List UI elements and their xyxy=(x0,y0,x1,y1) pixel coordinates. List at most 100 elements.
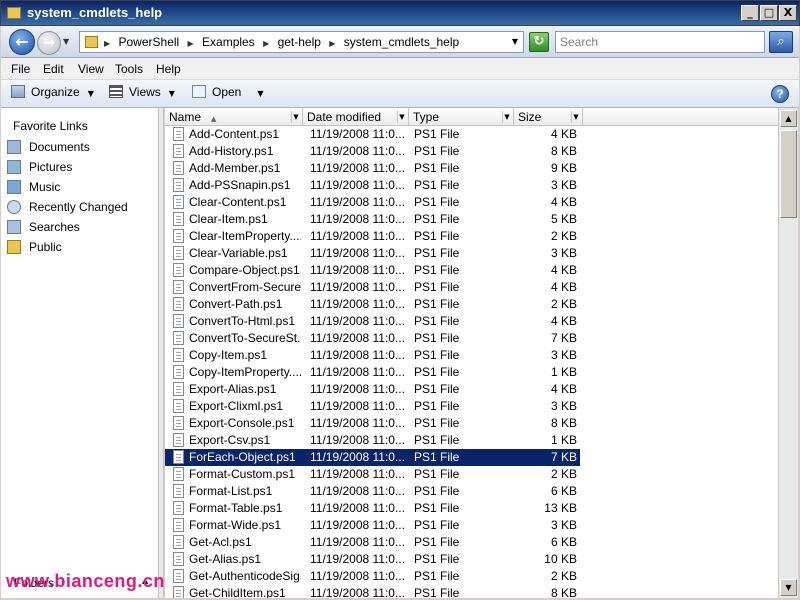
file-name: ConvertTo-SecureSt... xyxy=(189,331,301,345)
open-icon xyxy=(192,85,206,98)
table-row[interactable]: Compare-Object.ps1 11/19/2008 11:0... PS1 … xyxy=(165,262,580,279)
file-type: PS1 File xyxy=(414,127,460,141)
column-header-date[interactable]: Date modified ▼ xyxy=(303,108,409,126)
nav-item-music[interactable]: Music xyxy=(7,180,60,198)
breadcrumb-item[interactable]: get-help xyxy=(278,35,321,49)
refresh-button[interactable]: ↻ xyxy=(529,32,549,52)
organize-button[interactable]: Organize ▼ xyxy=(11,85,94,103)
table-row[interactable]: Get-AuthenticodeSig... 11/19/2008 11:0...… xyxy=(165,568,580,585)
menu-file[interactable]: File xyxy=(11,62,30,76)
chevron-down-icon[interactable]: ▼ xyxy=(571,111,580,123)
menu-help[interactable]: Help xyxy=(156,62,181,76)
table-row[interactable]: Format-Table.ps1 11/19/2008 11:0... PS1 Fi… xyxy=(165,500,580,517)
table-row[interactable]: Format-Wide.ps1 11/19/2008 11:0... PS1 Fil… xyxy=(165,517,580,534)
close-button[interactable]: X xyxy=(779,5,797,21)
chevron-down-icon[interactable]: ▼ xyxy=(512,37,518,46)
file-size: 5 KB xyxy=(550,212,577,226)
chevron-down-icon: ▼ xyxy=(257,89,264,98)
nav-item-pictures[interactable]: Pictures xyxy=(7,160,72,178)
search-icon[interactable]: ⌕ xyxy=(769,31,793,53)
menu-bar: File Edit View Tools Help xyxy=(1,58,799,80)
address-field[interactable]: ▶ PowerShell ▶ Examples ▶ get-help ▶ sys… xyxy=(79,31,524,53)
table-row[interactable]: ForEach-Object.ps1 11/19/2008 11:0... PS1 … xyxy=(165,449,580,466)
file-icon xyxy=(173,552,184,566)
vertical-scrollbar[interactable]: ▲ ▼ xyxy=(778,108,798,598)
column-label: Name xyxy=(169,110,202,124)
menu-tools[interactable]: Tools xyxy=(115,62,143,76)
chevron-right-icon[interactable]: ▶ xyxy=(188,39,194,48)
scroll-up-icon[interactable]: ▲ xyxy=(780,110,797,127)
table-row[interactable]: Clear-Variable.ps1 11/19/2008 11:0... PS1 … xyxy=(165,245,580,262)
table-row[interactable]: ConvertFrom-Secure... 11/19/2008 11:0... P… xyxy=(165,279,580,296)
table-row[interactable]: Add-Content.ps1 11/19/2008 11:0... PS1 Fil… xyxy=(165,126,580,143)
menu-edit[interactable]: Edit xyxy=(43,62,64,76)
chevron-right-icon[interactable]: ▶ xyxy=(104,39,110,48)
search-input[interactable]: Search xyxy=(555,31,765,53)
breadcrumb-item[interactable]: system_cmdlets_help xyxy=(344,35,459,49)
nav-item-public[interactable]: Public xyxy=(7,240,62,258)
menu-view[interactable]: View xyxy=(78,62,104,76)
file-name: Export-Csv.ps1 xyxy=(189,433,271,447)
chevron-right-icon[interactable]: ▶ xyxy=(263,39,269,48)
scrollbar-thumb[interactable] xyxy=(780,130,797,218)
file-date: 11/19/2008 11:0... xyxy=(310,433,405,447)
help-button[interactable]: ? xyxy=(771,85,789,103)
music-icon xyxy=(7,180,21,194)
back-button[interactable]: ← xyxy=(9,29,35,55)
file-icon xyxy=(173,399,184,413)
chevron-right-icon[interactable]: ▶ xyxy=(329,39,335,48)
minimize-button[interactable]: _ xyxy=(741,5,759,21)
file-date: 11/19/2008 11:0... xyxy=(310,144,405,158)
table-row[interactable]: Export-Csv.ps1 11/19/2008 11:0... PS1 File… xyxy=(165,432,580,449)
table-row[interactable]: Add-PSSnapin.ps1 11/19/2008 11:0... PS1 Fi… xyxy=(165,177,580,194)
open-button[interactable]: Open ▼ xyxy=(192,85,264,103)
column-header-size[interactable]: Size ▼ xyxy=(514,108,583,126)
file-date: 11/19/2008 11:0... xyxy=(310,263,405,277)
table-row[interactable]: Copy-ItemProperty.... 11/19/2008 11:0... P… xyxy=(165,364,580,381)
chevron-down-icon[interactable]: ▼ xyxy=(291,111,300,123)
table-row[interactable]: Get-Acl.ps1 11/19/2008 11:0... PS1 File 6 K… xyxy=(165,534,580,551)
breadcrumb-item[interactable]: PowerShell xyxy=(119,35,180,49)
file-date: 11/19/2008 11:0... xyxy=(310,246,405,260)
chevron-down-icon[interactable]: ▼ xyxy=(397,111,406,123)
file-type: PS1 File xyxy=(414,450,460,464)
forward-button[interactable]: → xyxy=(37,31,61,55)
table-row[interactable]: Add-History.ps1 11/19/2008 11:0... PS1 Fil… xyxy=(165,143,580,160)
chevron-down-icon[interactable]: ▼ xyxy=(502,111,511,123)
file-name: Convert-Path.ps1 xyxy=(189,297,283,311)
table-row[interactable]: Convert-Path.ps1 11/19/2008 11:0... PS1 Fi… xyxy=(165,296,580,313)
table-row[interactable]: Format-Custom.ps1 11/19/2008 11:0... PS1 F… xyxy=(165,466,580,483)
pane-splitter[interactable] xyxy=(159,108,164,598)
table-row[interactable]: Format-List.ps1 11/19/2008 11:0... PS1 Fil… xyxy=(165,483,580,500)
table-row[interactable]: ConvertTo-Html.ps1 11/19/2008 11:0... PS1 … xyxy=(165,313,580,330)
column-header-name[interactable]: Name ▲ ▼ xyxy=(165,108,303,126)
table-row[interactable]: Get-ChildItem.ps1 11/19/2008 11:0... PS1 F… xyxy=(165,585,580,598)
nav-item-recently-changed[interactable]: Recently Changed xyxy=(7,200,128,218)
file-date: 11/19/2008 11:0... xyxy=(310,127,405,141)
table-row[interactable]: ConvertTo-SecureSt... 11/19/2008 11:0... P… xyxy=(165,330,580,347)
table-row[interactable]: Clear-ItemProperty.... 11/19/2008 11:0...… xyxy=(165,228,580,245)
file-name: Format-Table.ps1 xyxy=(189,501,283,515)
table-row[interactable]: Export-Clixml.ps1 11/19/2008 11:0... PS1 F… xyxy=(165,398,580,415)
table-row[interactable]: Clear-Item.ps1 11/19/2008 11:0... PS1 File… xyxy=(165,211,580,228)
column-header-type[interactable]: Type ▼ xyxy=(409,108,514,126)
table-row[interactable]: Add-Member.ps1 11/19/2008 11:0... PS1 File… xyxy=(165,160,580,177)
title-bar[interactable]: system_cmdlets_help _ □ X xyxy=(0,0,800,26)
views-button[interactable]: Views ▼ xyxy=(109,85,175,103)
recent-pages-dropdown[interactable]: ▼ xyxy=(63,37,69,46)
table-row[interactable]: Export-Console.ps1 11/19/2008 11:0... PS1 … xyxy=(165,415,580,432)
breadcrumb: ▶ PowerShell ▶ Examples ▶ get-help ▶ sys… xyxy=(104,35,464,49)
table-row[interactable]: Copy-Item.ps1 11/19/2008 11:0... PS1 File 3… xyxy=(165,347,580,364)
breadcrumb-item[interactable]: Examples xyxy=(202,35,255,49)
table-row[interactable]: Get-Alias.ps1 11/19/2008 11:0... PS1 File 1… xyxy=(165,551,580,568)
sort-ascending-icon: ▲ xyxy=(211,115,217,123)
maximize-button[interactable]: □ xyxy=(760,5,778,21)
file-name: Format-List.ps1 xyxy=(189,484,273,498)
nav-item-documents[interactable]: Documents xyxy=(7,140,90,158)
nav-item-searches[interactable]: Searches xyxy=(7,220,80,238)
table-row[interactable]: Export-Alias.ps1 11/19/2008 11:0... PS1 Fi… xyxy=(165,381,580,398)
table-row[interactable]: Clear-Content.ps1 11/19/2008 11:0... PS1 F… xyxy=(165,194,580,211)
scroll-down-icon[interactable]: ▼ xyxy=(780,579,797,596)
file-name: Clear-Variable.ps1 xyxy=(189,246,288,260)
nav-item-label: Music xyxy=(29,180,61,194)
